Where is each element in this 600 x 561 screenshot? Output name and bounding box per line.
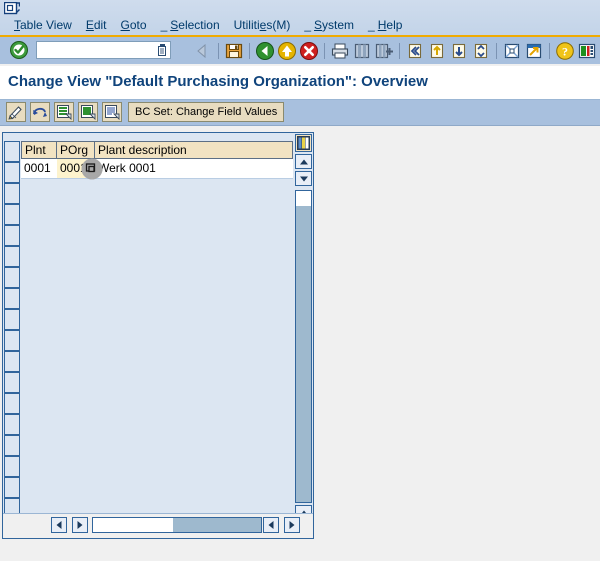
command-dropdown-icon[interactable] xyxy=(156,44,168,57)
copy-as-icon[interactable] xyxy=(54,102,74,122)
row-selector-cell[interactable] xyxy=(4,351,20,372)
data-grid: Plnt POrg Plant description 0001 0001 Werk 0… xyxy=(2,132,314,539)
toolbar-divider xyxy=(324,42,325,59)
standard-toolbar: ? xyxy=(0,37,600,64)
toolbar-divider xyxy=(549,42,550,59)
cell-plnt[interactable]: 0001 xyxy=(21,159,57,179)
column-header-porg[interactable]: POrg xyxy=(57,141,95,159)
menu-item-goto[interactable]: Goto xyxy=(121,17,154,33)
help-icon[interactable]: ? xyxy=(555,41,575,61)
content-area: Plnt POrg Plant description 0001 0001 Werk 0… xyxy=(0,126,600,561)
menu-item-table-view[interactable]: Table View xyxy=(14,17,79,33)
toolbar-divider xyxy=(399,42,400,59)
menu-separator: _ xyxy=(368,18,375,32)
create-session-icon[interactable] xyxy=(502,41,522,61)
menu-items: Table View Edit Goto _ Selection Utilities(M)… xyxy=(14,17,416,34)
new-entries-icon[interactable] xyxy=(6,102,26,122)
cancel-red-icon[interactable] xyxy=(299,41,319,61)
row-selector-cell[interactable] xyxy=(4,246,20,267)
vertical-scroll-track[interactable] xyxy=(295,206,312,503)
scroll-up-icon[interactable] xyxy=(295,154,312,169)
details-icon[interactable] xyxy=(102,102,122,122)
menu-item-edit[interactable]: Edit xyxy=(86,17,114,33)
menu-bar: Table View Edit Goto _ Selection Utilities(M)… xyxy=(0,0,600,37)
svg-text:?: ? xyxy=(562,44,568,58)
undo-icon[interactable] xyxy=(30,102,50,122)
first-page-icon[interactable] xyxy=(405,41,425,61)
application-toolbar: BC Set: Change Field Values xyxy=(0,100,600,126)
row-selector-cell[interactable] xyxy=(4,288,20,309)
command-input[interactable] xyxy=(37,42,153,58)
column-right-icon[interactable] xyxy=(263,517,279,533)
menu-item-utilities-m[interactable]: Utilities(M) xyxy=(234,17,298,33)
toolbar-divider xyxy=(218,42,219,59)
row-selector-cell[interactable] xyxy=(4,267,20,288)
command-field[interactable] xyxy=(36,41,171,59)
next-page-icon[interactable] xyxy=(449,41,469,61)
customize-layout-icon[interactable] xyxy=(577,41,597,61)
bc-set-change-field-values-button[interactable]: BC Set: Change Field Values xyxy=(128,102,285,122)
toolbar-divider xyxy=(249,42,250,59)
row-selector-cell[interactable] xyxy=(4,372,20,393)
vertical-scrollbar[interactable] xyxy=(295,154,312,537)
row-selector-cell[interactable] xyxy=(4,435,20,456)
create-shortcut-icon[interactable] xyxy=(524,41,544,61)
back-small-icon[interactable] xyxy=(193,41,213,61)
sap-gui-window: Table View Edit Goto _ Selection Utilities(M)… xyxy=(0,0,600,561)
back-green-icon[interactable] xyxy=(255,41,275,61)
previous-page-icon[interactable] xyxy=(427,41,447,61)
menu-separator: _ xyxy=(160,18,168,32)
save-icon[interactable] xyxy=(224,41,244,61)
row-selector-cell[interactable] xyxy=(4,141,20,162)
row-selector-cell[interactable] xyxy=(4,183,20,204)
row-selector-column xyxy=(3,133,21,538)
print-icon[interactable] xyxy=(330,41,350,61)
column-left-icon[interactable] xyxy=(72,517,88,533)
menu-item-help[interactable]: Help xyxy=(378,17,410,33)
page-title: Change View "Default Purchasing Organiza… xyxy=(8,73,428,90)
cell-desc[interactable]: Werk 0001 xyxy=(95,159,293,179)
sap-window-icon xyxy=(3,1,21,15)
row-selector-cell[interactable] xyxy=(4,162,20,183)
scroll-right-icon[interactable] xyxy=(284,517,300,533)
row-selector-cell[interactable] xyxy=(4,393,20,414)
find-icon[interactable] xyxy=(352,41,372,61)
last-page-icon[interactable] xyxy=(471,41,491,61)
drag-copy-cursor xyxy=(81,158,103,180)
row-selector-cell[interactable] xyxy=(4,477,20,498)
horizontal-scroll-thumb[interactable] xyxy=(92,517,174,533)
menu-item-selection[interactable]: Selection xyxy=(170,17,226,33)
delete-icon[interactable] xyxy=(78,102,98,122)
select-all-columns-icon[interactable] xyxy=(295,134,312,152)
horizontal-scroll-track[interactable] xyxy=(173,517,262,533)
vertical-scroll-thumb[interactable] xyxy=(295,190,312,207)
row-selector-cell[interactable] xyxy=(4,456,20,477)
green-check-icon[interactable] xyxy=(9,40,29,60)
title-bar: Change View "Default Purchasing Organiza… xyxy=(0,66,600,100)
row-selector-cell[interactable] xyxy=(4,414,20,435)
scroll-left-icon[interactable] xyxy=(51,517,67,533)
horizontal-scrollbar[interactable] xyxy=(3,513,313,538)
column-header-desc[interactable]: Plant description xyxy=(95,141,293,159)
find-next-icon[interactable] xyxy=(374,41,394,61)
scroll-down-icon[interactable] xyxy=(295,171,312,186)
toolbar-divider xyxy=(496,42,497,59)
row-selector-cell[interactable] xyxy=(4,309,20,330)
row-selector-cell[interactable] xyxy=(4,330,20,351)
menu-separator: _ xyxy=(304,18,312,32)
row-selector-cell[interactable] xyxy=(4,225,20,246)
column-header-plnt[interactable]: Plnt xyxy=(21,141,57,159)
row-selector-cell[interactable] xyxy=(4,204,20,225)
menu-item-system[interactable]: System xyxy=(314,17,361,33)
exit-yellow-icon[interactable] xyxy=(277,41,297,61)
